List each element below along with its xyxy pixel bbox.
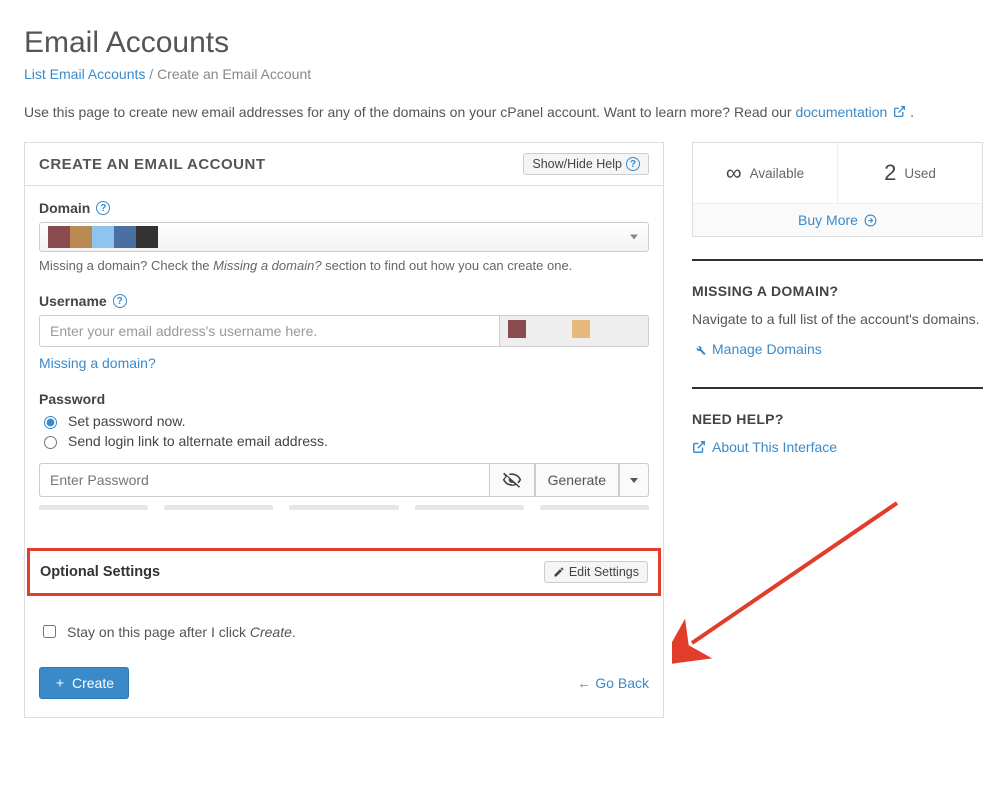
chevron-down-icon <box>630 235 638 240</box>
need-help-heading: NEED HELP? <box>692 411 983 427</box>
intro-text-a: Use this page to create new email addres… <box>24 104 795 120</box>
username-label: Username <box>39 293 107 309</box>
password-send-link-row[interactable]: Send login link to alternate email addre… <box>39 433 649 449</box>
arrow-left-icon: ← <box>577 675 591 691</box>
password-label: Password <box>39 391 105 407</box>
buy-more-link[interactable]: Buy More <box>798 212 877 228</box>
domain-section: Domain ? Missing a <box>39 200 649 273</box>
intro-text-b: . <box>910 104 914 120</box>
external-link-icon <box>692 440 706 454</box>
password-strength-meter <box>39 505 649 510</box>
intro-text: Use this page to create new email addres… <box>24 104 983 120</box>
need-help-block: NEED HELP? About This Interface <box>692 389 983 457</box>
username-help-icon[interactable]: ? <box>113 294 127 308</box>
password-generate-button[interactable]: Generate <box>535 463 619 497</box>
pencil-icon <box>553 566 565 578</box>
username-domain-addon <box>500 315 649 347</box>
go-back-link[interactable]: ←Go Back <box>577 675 649 691</box>
breadcrumb-list-link[interactable]: List Email Accounts <box>24 66 145 82</box>
quota-box: ∞ Available 2 Used Buy More <box>692 142 983 237</box>
about-interface-link[interactable]: About This Interface <box>692 439 837 455</box>
infinity-icon: ∞ <box>726 160 742 186</box>
page-title: Email Accounts <box>24 26 983 60</box>
password-set-now-radio[interactable] <box>44 416 57 429</box>
missing-domain-heading: MISSING A DOMAIN? <box>692 283 983 299</box>
domain-hint: Missing a domain? Check the Missing a do… <box>39 258 649 273</box>
breadcrumb-sep: / <box>145 66 157 82</box>
password-input[interactable] <box>39 463 489 497</box>
optional-settings-row: Optional Settings Edit Settings <box>27 548 661 596</box>
edit-settings-button[interactable]: Edit Settings <box>544 561 648 583</box>
password-set-now-row[interactable]: Set password now. <box>39 413 649 429</box>
username-section: Username ? <box>39 293 649 371</box>
show-hide-help-button[interactable]: Show/Hide Help ? <box>523 153 649 175</box>
domain-label: Domain <box>39 200 90 216</box>
missing-domain-text: Navigate to a full list of the account's… <box>692 311 983 327</box>
missing-domain-link[interactable]: Missing a domain? <box>39 355 156 371</box>
stay-on-page-checkbox[interactable] <box>43 625 56 638</box>
panel-title: CREATE AN EMAIL ACCOUNT <box>39 156 266 173</box>
external-link-icon <box>893 105 906 118</box>
password-section: Password Set password now. Send login li… <box>39 391 649 510</box>
domain-help-icon[interactable]: ? <box>96 201 110 215</box>
help-icon: ? <box>626 157 640 171</box>
stay-on-page-row: Stay on this page after I click Create. <box>25 608 663 655</box>
arrow-circle-right-icon <box>864 214 877 227</box>
eye-off-icon <box>502 470 522 490</box>
plus-icon <box>54 677 66 689</box>
domain-redacted-value <box>48 226 158 248</box>
password-visibility-toggle[interactable] <box>489 463 535 497</box>
documentation-link[interactable]: documentation <box>795 104 910 120</box>
breadcrumb: List Email Accounts / Create an Email Ac… <box>24 66 983 82</box>
domain-select[interactable] <box>39 222 649 252</box>
wrench-icon <box>692 342 706 356</box>
optional-settings-title: Optional Settings <box>40 564 160 580</box>
manage-domains-link[interactable]: Manage Domains <box>692 341 822 357</box>
create-button[interactable]: Create <box>39 667 129 699</box>
password-generate-dropdown[interactable] <box>619 463 649 497</box>
password-send-link-radio[interactable] <box>44 436 57 449</box>
create-email-panel: CREATE AN EMAIL ACCOUNT Show/Hide Help ?… <box>24 142 664 718</box>
available-stat: ∞ Available <box>693 143 838 203</box>
used-stat: 2 Used <box>838 143 982 203</box>
caret-down-icon <box>630 478 638 483</box>
breadcrumb-current: Create an Email Account <box>157 66 311 82</box>
missing-domain-block: MISSING A DOMAIN? Navigate to a full lis… <box>692 261 983 359</box>
username-input[interactable] <box>39 315 500 347</box>
